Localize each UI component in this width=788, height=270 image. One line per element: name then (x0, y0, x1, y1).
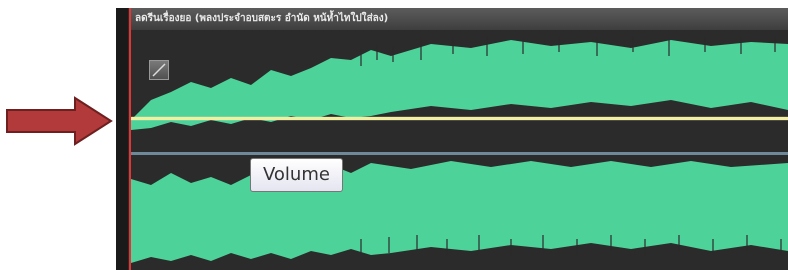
waveform-channel-2[interactable] (131, 155, 788, 270)
playhead[interactable] (129, 8, 131, 270)
volume-line[interactable] (131, 117, 788, 120)
keyframe-toggle-button[interactable] (149, 60, 169, 80)
clip-title: ลดรีนเรื่องยอ (พลงประจำอบสตะร อำนัด หน้ห… (131, 8, 788, 30)
track-edge (116, 8, 128, 270)
waveform-channel-1[interactable] (131, 30, 788, 148)
pointer-arrow (5, 96, 113, 146)
volume-tooltip: Volume (250, 158, 343, 192)
audio-clip[interactable]: ลดรีนเรื่องยอ (พลงประจำอบสตะร อำนัด หน้ห… (116, 8, 788, 270)
